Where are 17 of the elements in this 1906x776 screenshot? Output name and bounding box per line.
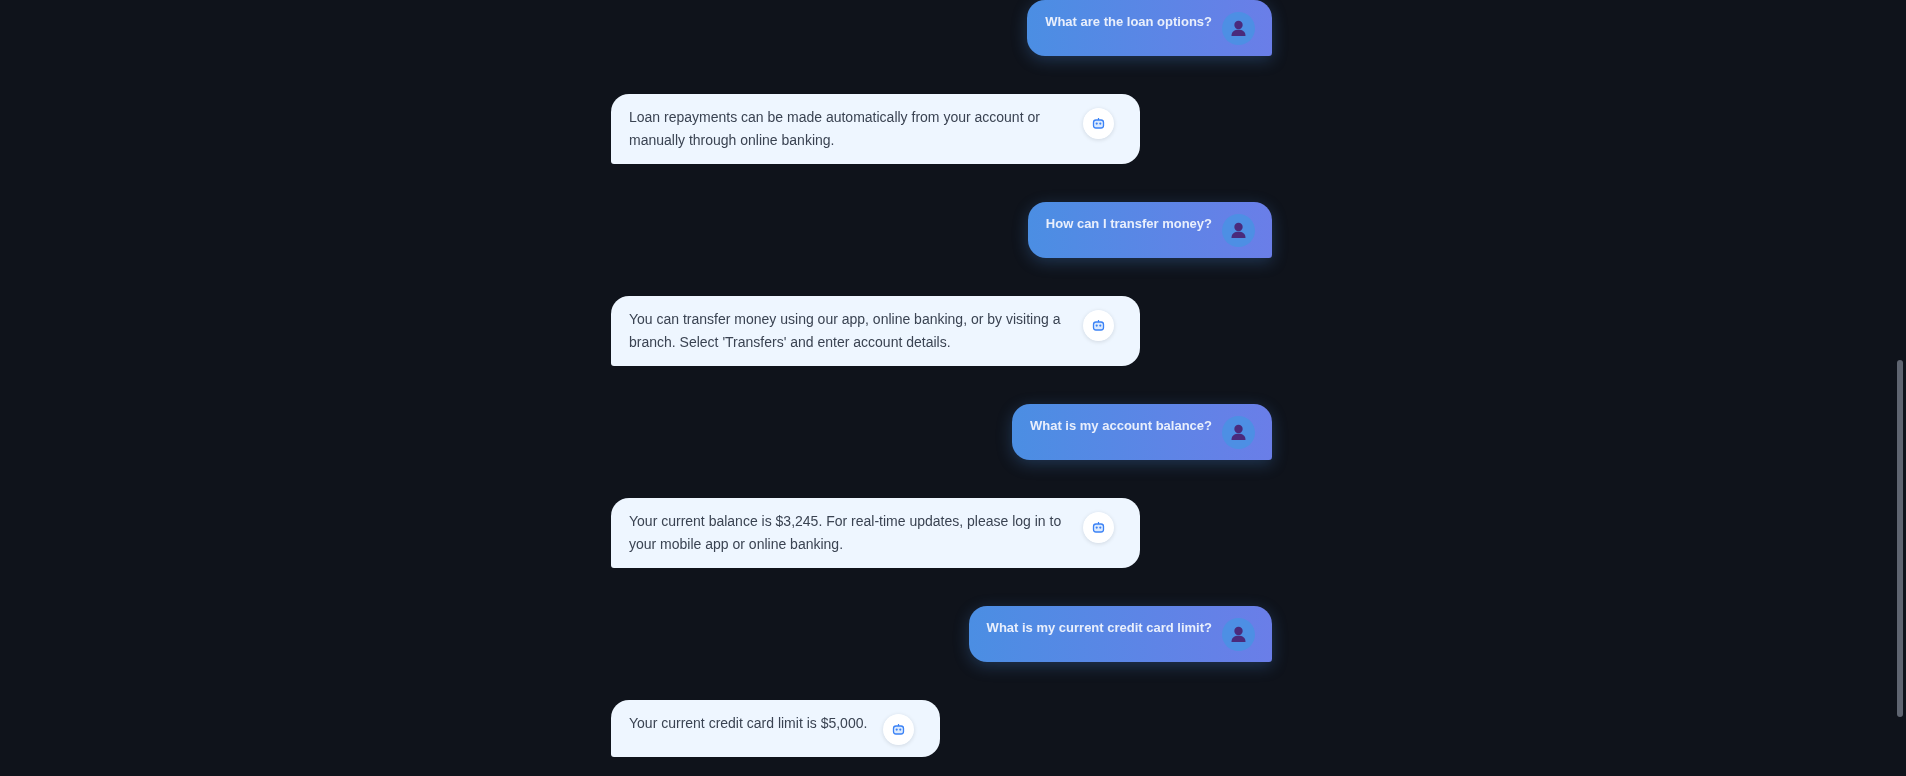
user-avatar-icon	[1222, 214, 1255, 247]
scrollbar-thumb[interactable]	[1897, 360, 1903, 717]
message-text: You can transfer money using our app, online banking, or by visiting a branch. Select 'Transfers' and enter account details.	[629, 310, 1062, 352]
message-text: Your current balance is $3,245. For real-time updates, please log in to your mobile app or online banking.	[629, 512, 1063, 554]
user-avatar-icon	[1222, 618, 1255, 651]
robot-icon	[1083, 512, 1114, 543]
message-text: Loan repayments can be made automatically from your account or manually through online banking.	[629, 108, 1041, 150]
robot-icon	[883, 714, 915, 745]
robot-icon	[1083, 108, 1114, 139]
robot-icon	[1083, 310, 1114, 341]
message-text: What are the loan options?	[1045, 13, 1212, 31]
message-text: Your current credit card limit is $5,000.	[629, 714, 868, 733]
message-text: What is my current credit card limit?	[986, 619, 1212, 637]
message-text: How can I transfer money?	[1045, 215, 1212, 233]
user-avatar-icon	[1222, 416, 1255, 449]
message-text: What is my account balance?	[1029, 417, 1212, 435]
user-avatar-icon	[1222, 12, 1255, 45]
